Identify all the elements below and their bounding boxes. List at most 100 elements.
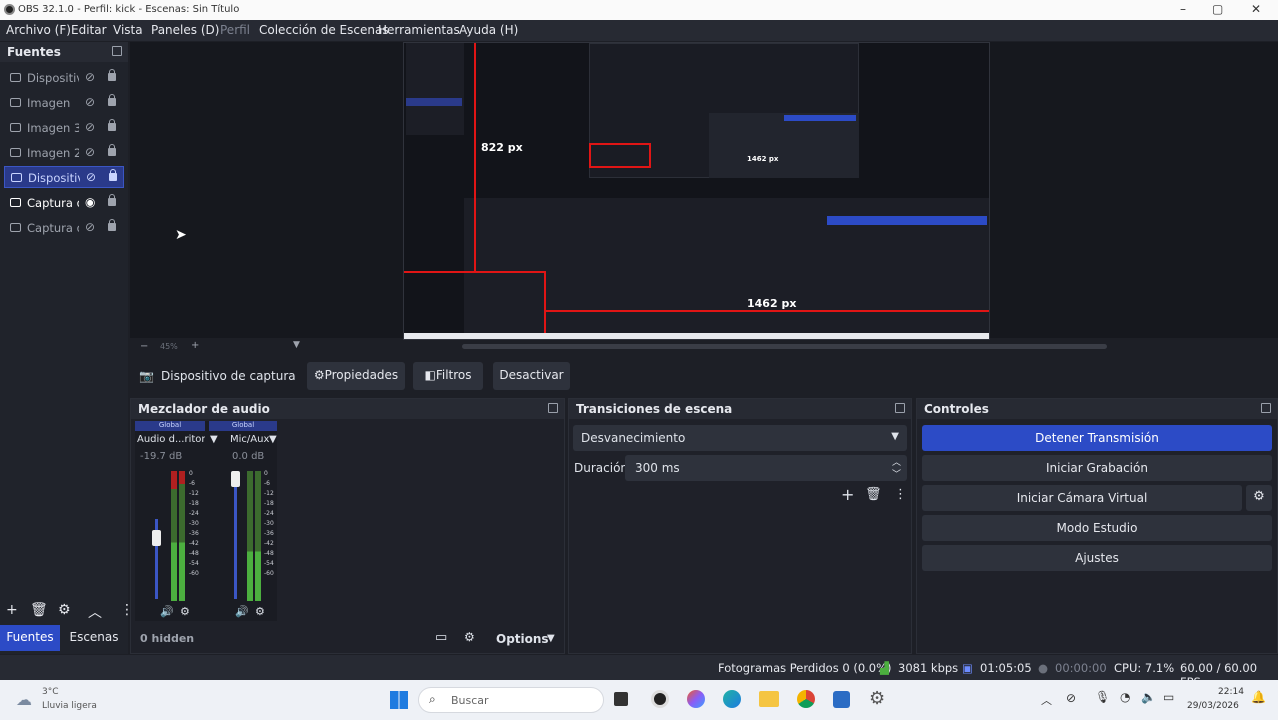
copilot-icon[interactable] (687, 690, 705, 708)
transitions-panel: Transiciones de escena Desvanecimiento ▼… (568, 398, 912, 654)
source-item[interactable]: Imagen ⊘ (4, 92, 124, 114)
minimize-button[interactable]: – (1180, 2, 1186, 16)
start-virtual-camera-button[interactable]: Iniciar Cámara Virtual (922, 485, 1242, 511)
eye-hidden-icon[interactable]: ⊘ (85, 145, 95, 159)
file-explorer-icon[interactable] (759, 691, 779, 707)
move-up-icon[interactable]: ︿ (88, 602, 102, 622)
lock-icon[interactable] (108, 69, 116, 81)
trash-icon[interactable]: 🗑 (865, 487, 882, 502)
virtual-camera-settings-icon[interactable]: ⚙ (1246, 485, 1272, 511)
menu-ayuda[interactable]: Ayuda (H) (459, 23, 518, 37)
store-icon[interactable] (833, 691, 850, 708)
trash-icon[interactable]: 🗑 (30, 602, 48, 618)
stepper-down-icon[interactable]: ﹀ (892, 467, 901, 480)
add-transition-icon[interactable]: + (841, 485, 854, 504)
advanced-audio-icon[interactable]: ⚙ (464, 630, 475, 644)
layout-icon[interactable]: ▭ (435, 630, 447, 645)
eye-hidden-icon[interactable]: ⊘ (85, 70, 95, 84)
channel-settings-icon[interactable]: ⚙ (255, 605, 265, 618)
channel-dropdown-icon[interactable]: ▼ (210, 434, 218, 445)
speaker-icon[interactable]: 🔊 (235, 605, 249, 618)
preview-screen[interactable]: 822 px 1462 px 1462 px (403, 42, 990, 340)
lock-icon[interactable] (108, 144, 116, 156)
zoom-out-icon[interactable]: − (140, 341, 148, 352)
undock-icon[interactable] (1261, 403, 1271, 413)
more-icon[interactable]: ⋮ (894, 487, 907, 502)
add-source-icon[interactable]: + (6, 602, 18, 618)
windows-start-icon[interactable] (390, 691, 408, 709)
settings-button[interactable]: Ajustes (922, 545, 1272, 571)
close-button[interactable]: ✕ (1251, 2, 1261, 16)
menu-archivo[interactable]: Archivo (F) (6, 23, 71, 37)
eye-icon[interactable]: ◉ (85, 195, 95, 209)
options-button[interactable]: Options (496, 632, 549, 646)
source-item[interactable]: Imagen 2 ⊘ (4, 142, 124, 164)
volume-slider-handle[interactable] (231, 471, 240, 487)
chrome-icon[interactable] (797, 690, 815, 708)
eye-hidden-icon[interactable]: ⊘ (85, 220, 95, 234)
task-view-icon[interactable] (614, 692, 628, 706)
source-item-selected[interactable]: Dispositiv ⊘ (4, 166, 124, 188)
deactivate-button[interactable]: Desactivar (493, 362, 570, 390)
undock-icon[interactable] (112, 46, 122, 56)
edge-icon[interactable] (723, 690, 741, 708)
tray-chevron-icon[interactable]: ︿ (1041, 692, 1052, 708)
wifi-icon[interactable]: ◔ (1120, 690, 1130, 704)
dropped-frames: Fotogramas Perdidos 0 (0.0%) (718, 661, 892, 675)
menu-bar: Archivo (F) Editar Vista Paneles (D) Per… (0, 20, 1278, 41)
notification-icon[interactable]: 🔔 (1251, 690, 1266, 704)
eye-hidden-icon[interactable]: ⊘ (85, 95, 95, 109)
volume-icon[interactable]: 🔈 (1141, 690, 1156, 704)
battery-icon[interactable]: ▭ (1163, 690, 1174, 704)
eye-hidden-icon[interactable]: ⊘ (85, 120, 95, 134)
duration-input[interactable]: 300 ms ︿ ﹀ (625, 455, 907, 481)
studio-mode-button[interactable]: Modo Estudio (922, 515, 1272, 541)
menu-vista[interactable]: Vista (113, 23, 143, 37)
menu-coleccion-escenas[interactable]: Colección de Escenas (259, 23, 389, 37)
channel-settings-icon[interactable]: ⚙ (180, 605, 190, 618)
start-recording-button[interactable]: Iniciar Grabación (922, 455, 1272, 481)
maximize-button[interactable]: ▢ (1212, 2, 1223, 16)
source-item[interactable]: Captura d ◉ (4, 192, 124, 214)
lock-icon[interactable] (108, 94, 116, 106)
volume-slider-handle[interactable] (152, 530, 161, 546)
tray-app-icon[interactable]: ⊘ (1066, 691, 1076, 705)
scale-dropdown-icon[interactable]: ▼ (293, 340, 300, 350)
taskbar-search[interactable]: ⌕ Buscar (418, 687, 604, 713)
stop-streaming-button[interactable]: Detener Transmisión (922, 425, 1272, 451)
properties-button[interactable]: ⚙Propiedades (307, 362, 405, 390)
menu-perfil[interactable]: Perfil (220, 23, 250, 37)
zoom-in-icon[interactable]: + (191, 340, 199, 351)
filters-button[interactable]: ◧Filtros (413, 362, 483, 390)
undock-icon[interactable] (548, 403, 558, 413)
lock-icon[interactable] (108, 219, 116, 231)
tab-fuentes[interactable]: Fuentes (0, 625, 60, 651)
source-label: Dispositiv (27, 71, 79, 85)
menu-herramientas[interactable]: Herramientas (378, 23, 460, 37)
settings-gear-icon[interactable]: ⚙ (869, 688, 885, 709)
source-item[interactable]: Imagen 3 ⊘ (4, 117, 124, 139)
menu-paneles[interactable]: Paneles (D) (151, 23, 219, 37)
preview-scrollbar[interactable] (462, 344, 1107, 349)
eye-hidden-icon[interactable]: ⊘ (86, 170, 96, 184)
undock-icon[interactable] (895, 403, 905, 413)
audio-mixer-title: Mezclador de audio (138, 402, 270, 416)
source-item[interactable]: Captura d ⊘ (4, 217, 124, 239)
volume-slider-track[interactable] (234, 474, 237, 599)
lock-icon[interactable] (108, 119, 116, 131)
lock-icon[interactable] (109, 169, 117, 181)
clock-date[interactable]: 29/03/2026 (1187, 701, 1239, 711)
options-dropdown-icon[interactable]: ▼ (547, 633, 555, 644)
transition-select[interactable]: Desvanecimiento ▼ (573, 425, 907, 451)
clock-time[interactable]: 22:14 (1218, 687, 1244, 697)
speaker-icon[interactable]: 🔊 (160, 605, 174, 618)
lock-icon[interactable] (108, 194, 116, 206)
source-item[interactable]: Dispositiv ⊘ (4, 67, 124, 89)
weather-icon[interactable]: ☁ (16, 690, 32, 709)
menu-editar[interactable]: Editar (71, 23, 107, 37)
gear-icon[interactable]: ⚙ (58, 602, 71, 618)
tab-escenas[interactable]: Escenas (62, 625, 126, 651)
microphone-icon[interactable]: 🎙 (1095, 690, 1110, 704)
obs-taskbar-icon[interactable] (651, 690, 669, 708)
channel-dropdown-icon[interactable]: ▼ (269, 434, 277, 445)
